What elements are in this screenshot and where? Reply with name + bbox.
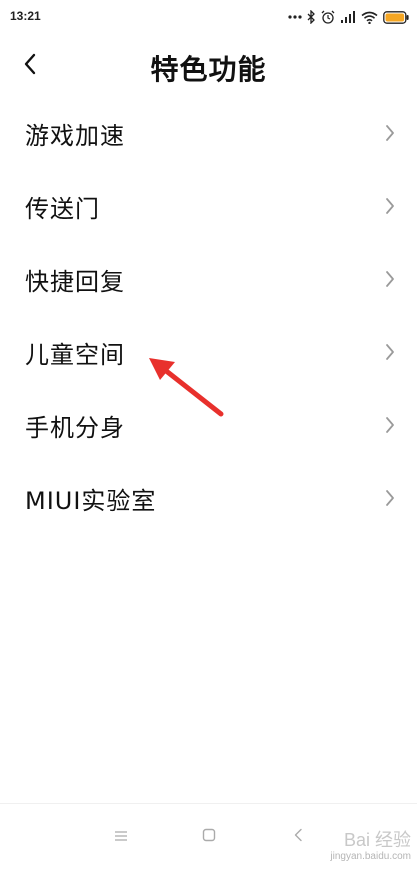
- chevron-right-icon: [385, 416, 395, 438]
- feature-menu-list: 游戏加速 传送门 快捷回复 儿童空间 手机分身 MIUI实验室: [0, 98, 417, 536]
- menu-button[interactable]: [107, 824, 135, 848]
- signal-hd-icon: [340, 10, 356, 24]
- menu-item-portal[interactable]: 传送门: [0, 171, 417, 244]
- nav-bar: Bai 经验 jingyan.baidu.com: [0, 803, 417, 876]
- menu-item-game-acceleration[interactable]: 游戏加速: [0, 98, 417, 171]
- menu-item-label: 游戏加速: [25, 122, 125, 150]
- status-bar: 13:21: [0, 0, 417, 34]
- wifi-icon: [361, 11, 378, 24]
- nav-back-button[interactable]: [284, 824, 312, 848]
- chevron-right-icon: [385, 343, 395, 365]
- menu-item-label: 快捷回复: [25, 268, 125, 296]
- home-icon: [202, 827, 216, 846]
- chevron-right-icon: [385, 489, 395, 511]
- menu-icon: [114, 827, 128, 846]
- header: 特色功能: [0, 34, 417, 98]
- chevron-right-icon: [385, 124, 395, 146]
- menu-item-label: 传送门: [25, 195, 100, 223]
- watermark-sub: jingyan.baidu.com: [330, 851, 411, 862]
- baidu-jingyan-watermark: Bai 经验 jingyan.baidu.com: [330, 831, 411, 862]
- status-icons: [288, 8, 409, 26]
- alarm-icon: [321, 10, 335, 24]
- back-icon: [293, 827, 303, 846]
- menu-item-kids-space[interactable]: 儿童空间: [0, 317, 417, 390]
- menu-item-second-space[interactable]: 手机分身: [0, 390, 417, 463]
- menu-item-label: 手机分身: [25, 414, 125, 442]
- bluetooth-icon: [307, 10, 316, 24]
- chevron-right-icon: [385, 270, 395, 292]
- home-button[interactable]: [195, 824, 223, 848]
- page-title: 特色功能: [150, 53, 267, 86]
- menu-item-label: MIUI实验室: [25, 487, 157, 515]
- watermark-main: Bai 经验: [343, 830, 411, 850]
- more-dots-icon: [288, 15, 302, 19]
- battery-icon: [383, 10, 409, 24]
- menu-item-miui-lab[interactable]: MIUI实验室: [0, 463, 417, 536]
- menu-item-label: 儿童空间: [25, 341, 125, 369]
- chevron-right-icon: [385, 197, 395, 219]
- menu-item-quick-reply[interactable]: 快捷回复: [0, 244, 417, 317]
- status-time: 13:21: [10, 9, 41, 23]
